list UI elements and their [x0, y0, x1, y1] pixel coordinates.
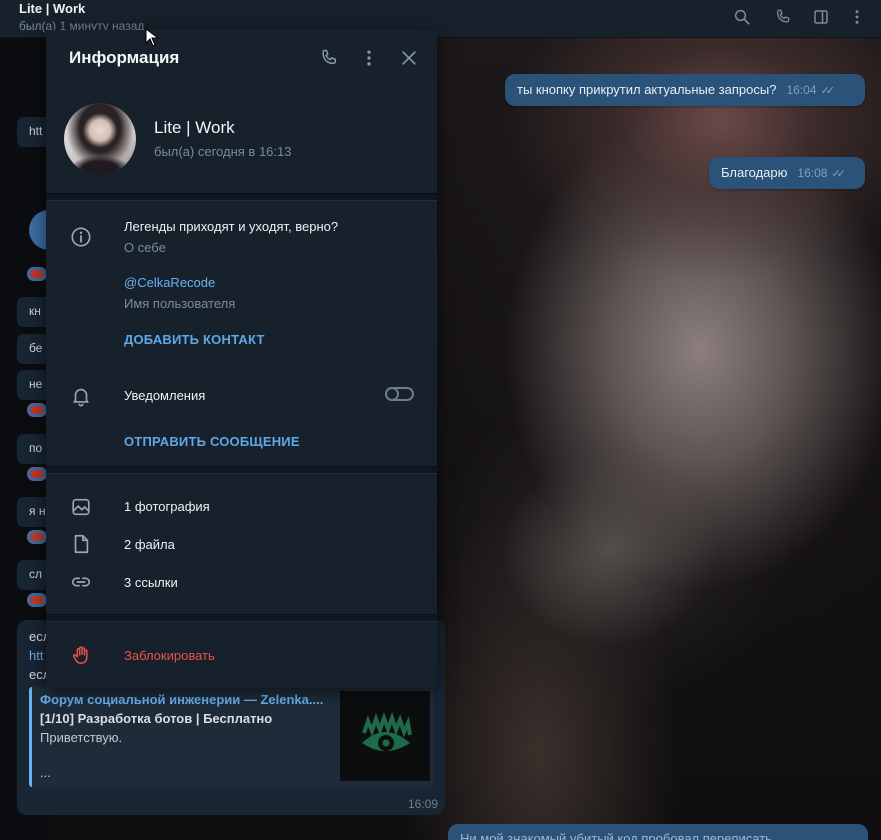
username-label: Имя пользователя: [124, 296, 236, 311]
mouse-cursor-icon: [145, 28, 160, 47]
link-preview-card[interactable]: Форум социальной инженерии — Zelenka....…: [29, 687, 434, 787]
more-vertical-icon[interactable]: [848, 8, 866, 26]
message-text: Благодарю: [721, 165, 788, 180]
preview-description: Приветствую.: [40, 730, 123, 745]
outgoing-message[interactable]: Благодарю 16:08 ✓✓: [709, 157, 865, 189]
preview-ellipsis: ...: [40, 765, 51, 780]
reaction-badge[interactable]: [27, 267, 47, 281]
outgoing-message[interactable]: Ни мой знакомый убитый код пробовал пере…: [448, 824, 868, 840]
reaction-badge[interactable]: [27, 403, 47, 417]
phone-icon[interactable]: [319, 48, 339, 68]
section-divider: [46, 614, 437, 622]
link-icon: [71, 577, 91, 587]
chat-title[interactable]: Lite | Work: [19, 1, 85, 16]
files-count[interactable]: 2 файла: [124, 537, 175, 552]
user-info-panel: Информация Lite | Work был(а) сегодня в …: [46, 30, 437, 688]
more-vertical-icon[interactable]: [359, 48, 379, 68]
photos-count[interactable]: 1 фотография: [124, 499, 210, 514]
message-time: 16:08: [797, 166, 828, 180]
block-hand-icon: [72, 646, 88, 664]
preview-site-name: Форум социальной инженерии — Zelenka....: [40, 692, 324, 707]
add-contact-button[interactable]: ДОБАВИТЬ КОНТАКТ: [124, 332, 265, 347]
info-panel-title: Информация: [69, 48, 180, 67]
sidebar-icon[interactable]: [812, 8, 830, 26]
avatar[interactable]: [64, 103, 136, 175]
reaction-badge[interactable]: [27, 467, 47, 481]
section-divider: [46, 466, 437, 474]
notifications-label: Уведомления: [124, 388, 206, 403]
close-icon[interactable]: [399, 48, 419, 68]
reaction-badge[interactable]: [27, 530, 47, 544]
reaction-badge[interactable]: [27, 593, 47, 607]
message-time: 16:04: [786, 83, 817, 97]
links-count[interactable]: 3 ссылки: [124, 575, 178, 590]
profile-name: Lite | Work: [154, 118, 235, 137]
photo-icon: [72, 498, 90, 516]
preview-thumbnail: [340, 691, 430, 781]
bell-icon: [73, 388, 89, 407]
read-checkmarks-icon: ✓✓: [831, 168, 846, 180]
block-user-button[interactable]: Заблокировать: [124, 648, 215, 663]
username-link[interactable]: @CelkaRecode: [124, 275, 215, 290]
message-time: 16:09: [408, 797, 439, 811]
section-divider: [46, 193, 437, 201]
bio-text: Легенды приходят и уходят, верно?: [124, 219, 339, 234]
message-link-fragment[interactable]: htt: [29, 648, 43, 663]
file-icon: [74, 534, 89, 554]
bio-label: О себе: [124, 240, 166, 255]
phone-icon[interactable]: [774, 8, 792, 26]
eye-logo-icon: [362, 711, 412, 751]
notifications-toggle[interactable]: [385, 387, 414, 401]
read-checkmarks-icon: ✓✓: [820, 85, 835, 97]
info-panel-header: Информация: [46, 30, 437, 86]
outgoing-message[interactable]: ты кнопку прикрутил актуальные запросы? 1…: [505, 74, 865, 106]
info-icon: [71, 227, 91, 247]
message-text: ты кнопку прикрутил актуальные запросы?: [517, 82, 777, 97]
send-message-button[interactable]: ОТПРАВИТЬ СООБЩЕНИЕ: [124, 434, 300, 449]
profile-status: был(а) сегодня в 16:13: [154, 144, 292, 159]
toggle-knob: [385, 387, 399, 401]
profile-section: Lite | Work был(а) сегодня в 16:13: [46, 96, 437, 196]
preview-title: [1/10] Разработка ботов | Бесплатно: [40, 711, 273, 726]
search-icon[interactable]: [733, 8, 751, 26]
